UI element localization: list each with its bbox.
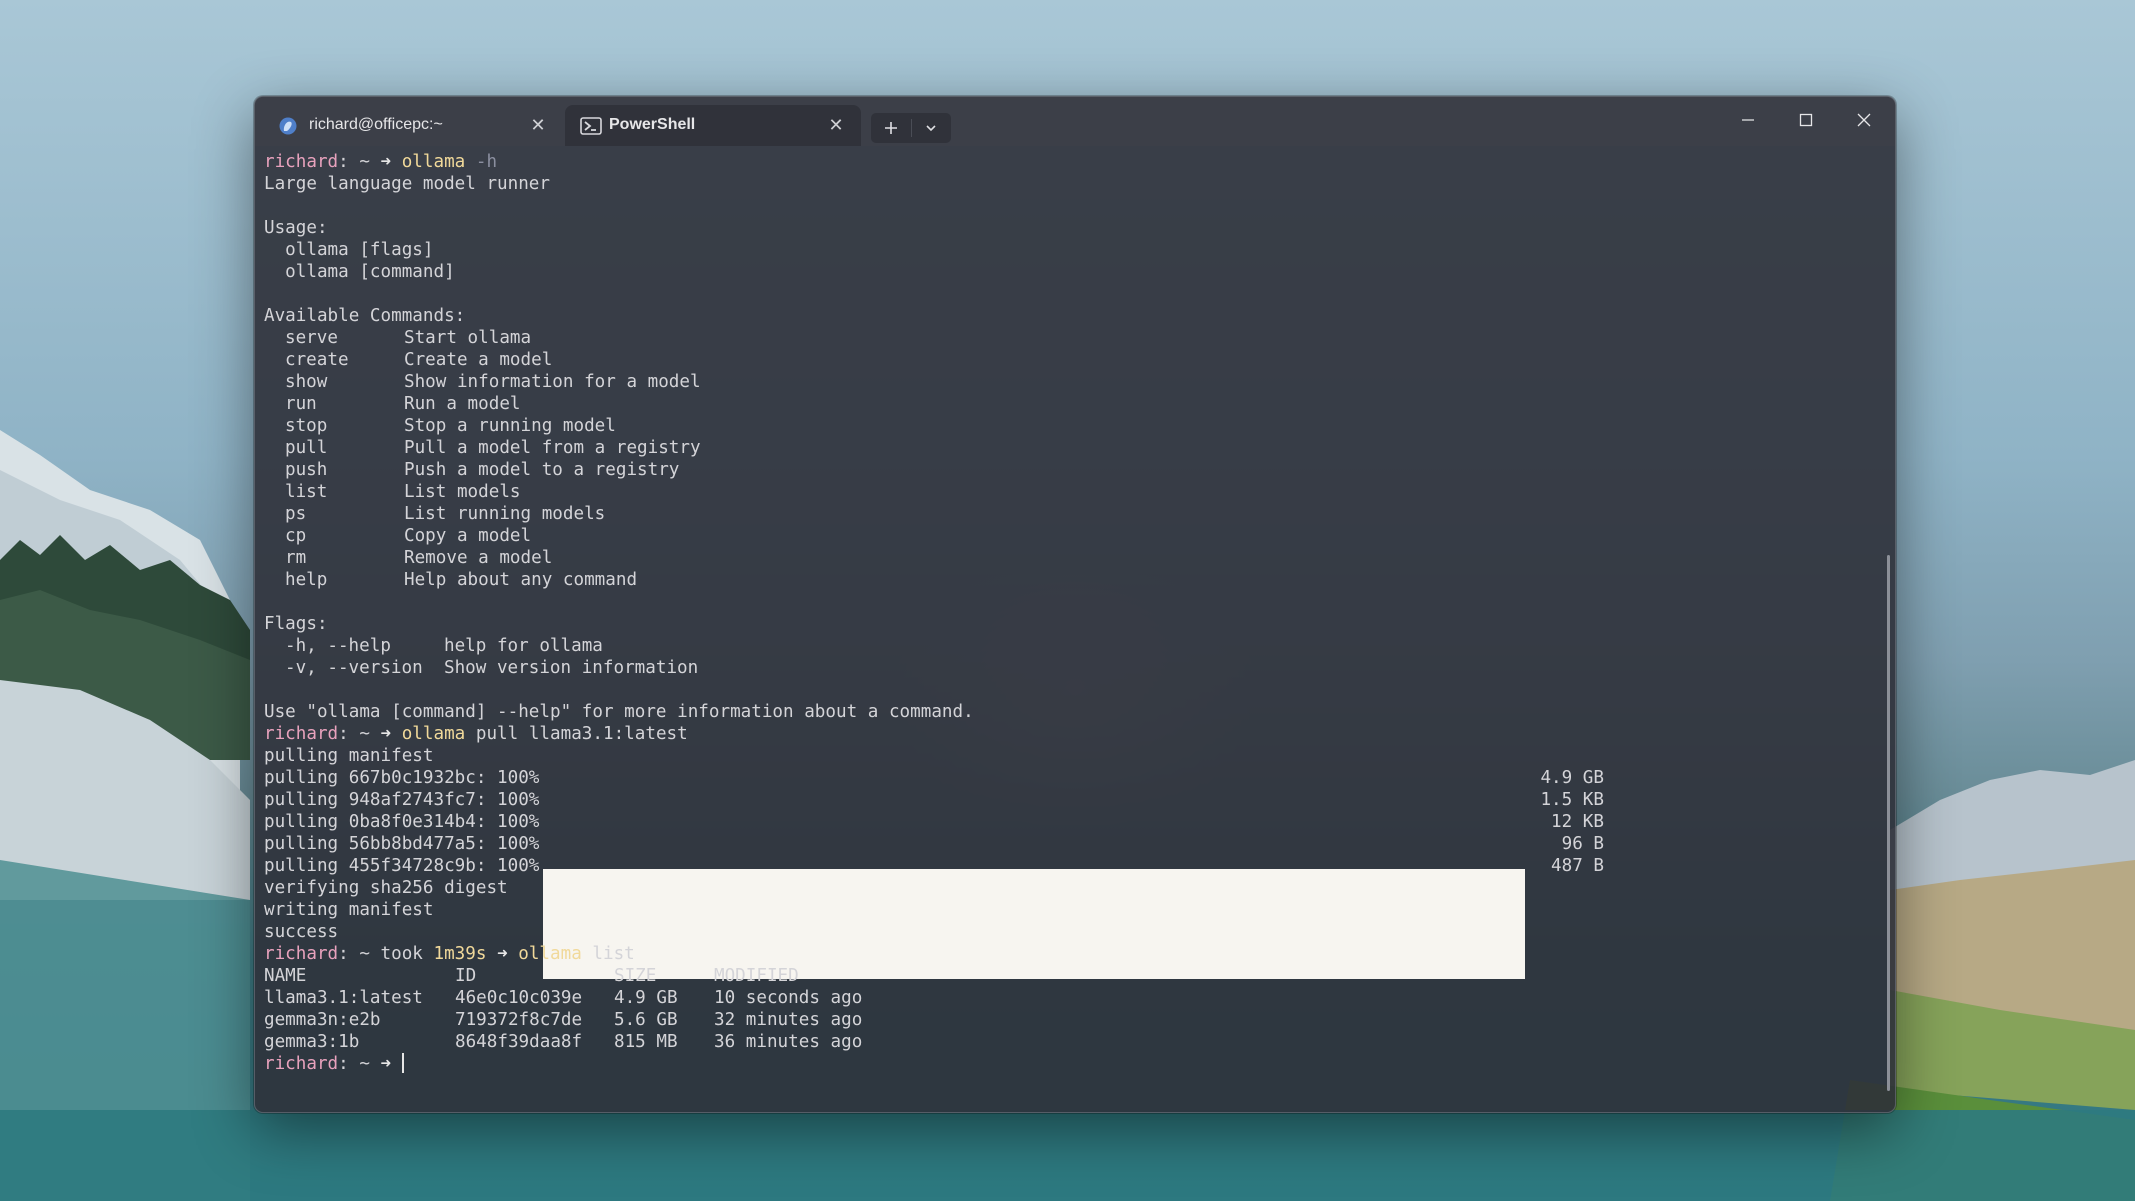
pull-layer-row: pulling 948af2743fc7: 100% 1.5 KB [264,790,1604,810]
progress-bars-block [543,869,1525,979]
prompt-user: richard [264,944,339,964]
tab-powershell[interactable]: PowerShell ✕ [565,105,861,146]
pull-verify: verifying sha256 digest [264,878,508,898]
took-label: took [380,944,434,964]
prompt-line: richard: ~ ➜ ollama pull llama3.1:latest [264,723,688,745]
tab-dropdown-button[interactable] [911,113,951,143]
minimize-icon [1742,119,1754,121]
powershell-icon [580,116,602,136]
pull-manifest: pulling manifest [264,746,434,766]
usage-header: Usage: [264,218,328,238]
usage-line: ollama [flags] [264,240,434,260]
command-args: -h [465,152,498,172]
pull-layer-row: pulling 56bb8bd477a5: 100% 96 B [264,834,1604,854]
prompt-path: : ~ [338,152,381,172]
text-cursor [401,1053,404,1073]
prompt-line: richard: ~ ➜ ollama -h [264,151,497,173]
tab-label: richard@officepc:~ [309,116,443,133]
terminal-output[interactable]: richard: ~ ➜ ollama -h Large language mo… [264,151,1864,1101]
new-tab-button[interactable] [871,113,911,143]
command-args: pull llama3.1:latest [465,724,688,744]
title-bar[interactable]: richard@officepc:~ ✕ PowerShell ✕ [255,97,1895,146]
prompt-arrow: ➜ [497,944,508,964]
tab-linux[interactable]: richard@officepc:~ ✕ [263,105,563,146]
close-window-button[interactable] [1835,97,1893,143]
close-tab-icon[interactable]: ✕ [825,114,847,136]
new-tab-group [871,113,951,143]
help-description: Large language model runner [264,174,550,194]
linux-penguin-icon [278,116,298,136]
scrollbar[interactable] [1887,555,1890,1091]
usage-line: ollama [command] [264,262,455,282]
command-name: ollama [401,152,466,172]
pull-layer-row: pulling 667b0c1932bc: 100% 4.9 GB [264,768,1604,788]
tab-label: PowerShell [609,116,696,133]
prompt-line: richard: ~ took 1m39s ➜ ollama list [264,943,635,965]
command-name: ollama [401,724,466,744]
maximize-icon [1799,113,1813,127]
prompt-path: : ~ [338,944,381,964]
commands-header: Available Commands: [264,306,466,326]
pull-writing: writing manifest [264,900,434,920]
close-icon [1857,113,1871,127]
chevron-down-icon [926,125,936,132]
prompt-user: richard [264,724,339,744]
help-footer: Use "ollama [command] --help" for more i… [264,702,974,722]
took-time: 1m39s [433,944,487,964]
terminal-window: richard@officepc:~ ✕ PowerShell ✕ richar… [254,96,1896,1113]
prompt-arrow: ➜ [380,1054,392,1074]
minimize-button[interactable] [1719,97,1777,143]
close-tab-icon[interactable]: ✕ [527,114,549,136]
flags-header: Flags: [264,614,328,634]
prompt-path: : ~ [338,1054,381,1074]
prompt-arrow: ➜ [380,724,392,744]
prompt-path: : ~ [338,724,381,744]
prompt-user: richard [264,1054,339,1074]
plus-icon [885,122,897,134]
maximize-button[interactable] [1777,97,1835,143]
prompt-user: richard [264,152,339,172]
prompt-line: richard: ~ ➜ [264,1053,404,1075]
pull-success: success [264,922,339,942]
prompt-arrow: ➜ [380,152,392,172]
command-args: list [581,944,635,964]
divider [911,119,912,137]
pull-layer-row: pulling 0ba8f0e314b4: 100% 12 KB [264,812,1604,832]
command-name: ollama [518,944,582,964]
